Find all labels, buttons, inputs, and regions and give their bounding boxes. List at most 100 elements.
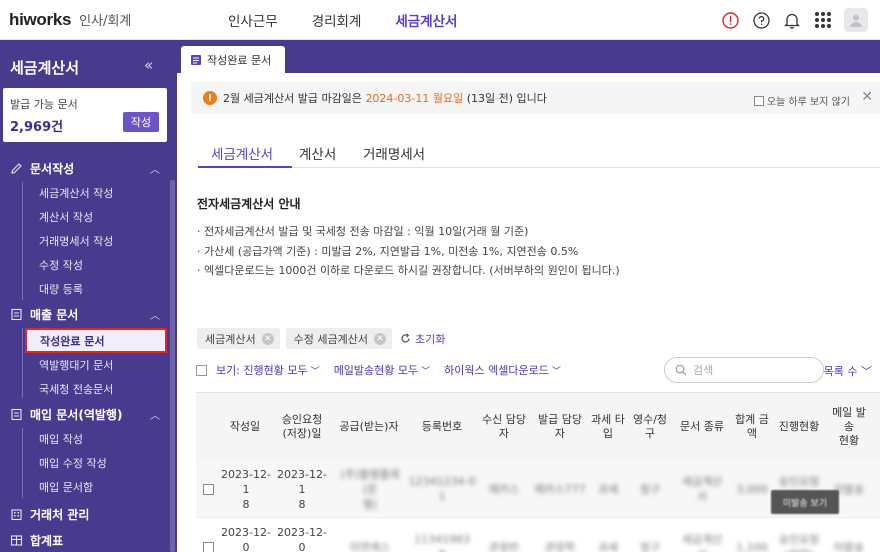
chevron-down-icon: ﹀ — [310, 366, 320, 377]
cell-request-date: 2023-12-1 8 — [277, 467, 327, 511]
chevron-down-icon: ﹀ — [421, 366, 431, 377]
tab-tax-invoice[interactable]: 세금계산서 — [211, 143, 273, 163]
col-request-date[interactable]: 승인요청 (저장)일 — [274, 393, 330, 461]
sidebar-item-tax-invoice-write[interactable]: 세금계산서 작성 — [0, 182, 170, 204]
top-bar: hiworks 인사/회계 인사근무 경리회계 세금계산서 — [0, 0, 880, 40]
hide-today-checkbox[interactable]: 오늘 하루 보지 않기 — [753, 93, 850, 108]
col-tax-type[interactable]: 과세 타 입 — [588, 393, 628, 461]
apps-grid-icon[interactable] — [814, 11, 832, 29]
notice-date: 2024-03-11 월요일 — [365, 92, 464, 105]
logo[interactable]: hiworks — [9, 10, 71, 30]
top-nav: 인사근무 경리회계 세금계산서 — [228, 0, 491, 40]
top-icons — [708, 0, 868, 40]
sidebar-item-amend-write[interactable]: 수정 작성 — [0, 254, 170, 276]
remove-chip-icon[interactable]: ✕ — [261, 332, 274, 345]
table-row[interactable]: 2023-12-0 1 2023-12-0 6 미연케스 11341983 8 … — [196, 518, 880, 552]
guide-line: · 가산세 (공급가액 기준) : 미발급 2%, 지연발급 1%, 미전송 1… — [197, 245, 579, 258]
tab-statement[interactable]: 거래명세서 — [363, 143, 425, 163]
cell-receiver: 관정반 — [488, 540, 520, 552]
sidebar-item-reverse-pending[interactable]: 역발행대기 문서 — [0, 354, 170, 376]
document-tab-strip: 작성완료 문서 — [177, 40, 880, 73]
close-icon[interactable]: ✕ — [861, 89, 873, 105]
col-reg-number[interactable]: 등록번호 — [408, 393, 476, 461]
mail-status-dropdown[interactable]: 메일발송현황 모두 ﹀ — [334, 362, 430, 378]
chevron-up-icon: ︿ — [150, 411, 160, 422]
sidebar-section-partners[interactable]: 거래처 관리 — [0, 503, 170, 525]
sidebar-item-statement-write[interactable]: 거래명세서 작성 — [0, 230, 170, 252]
sidebar-section-write[interactable]: 문서작성 ︿ — [0, 157, 170, 179]
row-checkbox[interactable] — [202, 541, 214, 552]
document-tab-icon — [190, 54, 202, 66]
select-all-checkbox[interactable] — [196, 364, 207, 376]
col-mail-status[interactable]: 메일 발 송 현황 — [826, 393, 872, 461]
excel-download-dropdown[interactable]: 하이웍스 엑셀다운로드 ﹀ — [444, 362, 561, 378]
sidebar: 세금계산서 « 발급 가능 문서 2,969건 작성 문서작성 ︿ 세금계산서 … — [0, 40, 177, 552]
status-filter-dropdown[interactable]: 보기: 진행현황 모두 ﹀ — [216, 362, 320, 378]
cell-receipt-claim: 청구 — [639, 540, 661, 552]
top-nav-hr[interactable]: 인사근무 — [228, 10, 278, 30]
warning-icon: ! — [203, 91, 217, 105]
avatar[interactable] — [844, 8, 868, 32]
tooltip: 미발송 보기 — [771, 490, 839, 514]
col-receiver[interactable]: 수신 담당 자 — [476, 393, 532, 461]
col-issuer[interactable]: 발급 담당 자 — [532, 393, 588, 461]
col-status[interactable]: 진행현황 — [772, 393, 826, 461]
alert-icon[interactable] — [721, 11, 739, 29]
sidebar-item-nts-sent[interactable]: 국세청 전송문서 — [0, 378, 170, 400]
remove-chip-icon[interactable]: ✕ — [373, 332, 386, 345]
cell-party: 미연케스 — [349, 540, 391, 552]
deadline-notice: ! 2월 세금계산서 발급 마감일은 2024-03-11 월요일 (13일 전… — [191, 82, 880, 114]
col-amount[interactable]: 합계 금 액 — [732, 393, 772, 461]
col-party[interactable]: 공급(받는)자 — [330, 393, 408, 461]
bell-icon[interactable] — [783, 11, 801, 29]
tab-invoice[interactable]: 계산서 — [299, 143, 336, 163]
pencil-icon — [9, 161, 23, 175]
help-icon[interactable] — [752, 11, 770, 29]
list-filters: 보기: 진행현황 모두﹀ 메일발송현황 모두﹀ 하이웍스 엑셀다운로드﹀ 목록 … — [196, 357, 880, 383]
filter-chip: 수정 세금계산서 ✕ — [285, 328, 392, 349]
cell-doc-kind: 세금계산 서 — [681, 475, 723, 503]
top-nav-tax-invoice[interactable]: 세금계산서 — [395, 10, 457, 30]
document-icon — [9, 307, 23, 321]
sidebar-scrollbar[interactable] — [170, 180, 175, 552]
row-checkbox[interactable] — [202, 483, 214, 495]
tab-completed-docs[interactable]: 작성완료 문서 — [181, 46, 285, 73]
search-input[interactable] — [693, 363, 803, 377]
sidebar-item-bulk-register[interactable]: 대량 등록 — [0, 278, 170, 300]
sidebar-item-invoice-write[interactable]: 계산서 작성 — [0, 206, 170, 228]
search-box[interactable] — [664, 357, 824, 383]
sidebar-section-summary[interactable]: 합계표 — [0, 529, 170, 551]
col-doc-kind[interactable]: 문서 종류 — [672, 393, 732, 461]
cell-tax-type: 과세 — [597, 482, 619, 496]
sidebar-item-purchase-amend[interactable]: 매입 수정 작성 — [0, 452, 170, 474]
cell-reg-number: 12341234-0 1 — [408, 475, 476, 503]
sidebar-item-completed-docs[interactable]: 작성완료 문서 — [25, 328, 167, 353]
refresh-icon — [401, 333, 410, 343]
cell-amount: 1,100 — [736, 540, 768, 552]
checkbox[interactable] — [753, 95, 764, 106]
guide-line: · 엑셀다운로드는 1000건 이하로 다운로드 하시길 권장합니다. (서버부… — [197, 264, 620, 277]
cell-date: 2023-12-0 1 — [221, 525, 271, 552]
document-icon — [9, 407, 23, 421]
sidebar-item-purchase-write[interactable]: 매입 작성 — [0, 428, 170, 450]
sidebar-section-purchase[interactable]: 매입 문서(역발행) ︿ — [0, 403, 170, 425]
chevron-up-icon: ︿ — [150, 311, 160, 322]
col-receipt-claim[interactable]: 영수/청 구 — [628, 393, 672, 461]
chevron-up-icon: ︿ — [150, 165, 160, 176]
top-nav-accounting[interactable]: 경리회계 — [312, 10, 362, 30]
col-date[interactable]: 작성일 — [216, 393, 274, 461]
sidebar-section-sales[interactable]: 매출 문서 ︿ — [0, 303, 170, 325]
chevron-down-icon: ﹀ — [551, 366, 561, 377]
product-name: 인사/회계 — [79, 14, 132, 29]
cell-mail-status: 미발송 — [833, 540, 865, 552]
write-button[interactable]: 작성 — [123, 112, 159, 132]
search-icon — [675, 364, 687, 376]
reset-button[interactable]: 초기화 — [400, 331, 445, 347]
cell-party: (주)블랭플레 (운 행) — [340, 467, 400, 511]
cell-receiver: 메카스 — [488, 482, 520, 496]
cell-issuer: 관장학 — [544, 540, 576, 552]
cell-tax-type: 과세 — [597, 540, 619, 552]
sidebar-item-purchase-box[interactable]: 매입 문서함 — [0, 476, 170, 498]
per-page-dropdown[interactable]: 목록 수 ﹀ — [824, 363, 872, 379]
collapse-sidebar-icon[interactable]: « — [144, 56, 153, 74]
